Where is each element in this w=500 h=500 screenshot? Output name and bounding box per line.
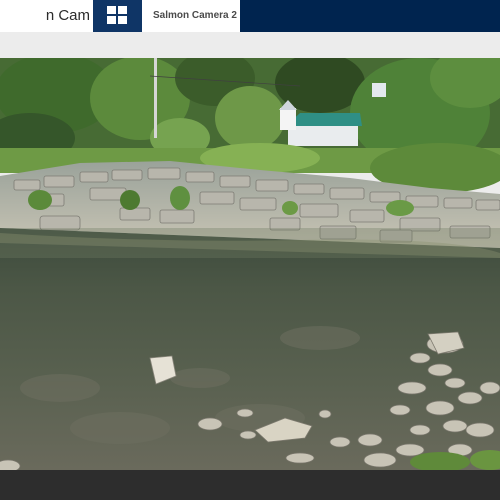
camera-feed[interactable]	[0, 58, 500, 470]
footer-bar	[0, 470, 500, 500]
grid-icon	[107, 6, 127, 24]
site-title-tab: n Cam	[0, 0, 93, 32]
grid-view-button[interactable]	[93, 0, 142, 32]
site-title: n Cam	[45, 7, 90, 24]
river-scene-image	[0, 58, 500, 470]
tab-salmon-camera-2[interactable]: Salmon Camera 2	[142, 0, 240, 32]
header-bar: n Cam Salmon Camera 2	[0, 0, 500, 32]
camera-tab-label: Salmon Camera 2	[153, 10, 237, 21]
camera-page: n Cam Salmon Camera 2	[0, 0, 500, 500]
